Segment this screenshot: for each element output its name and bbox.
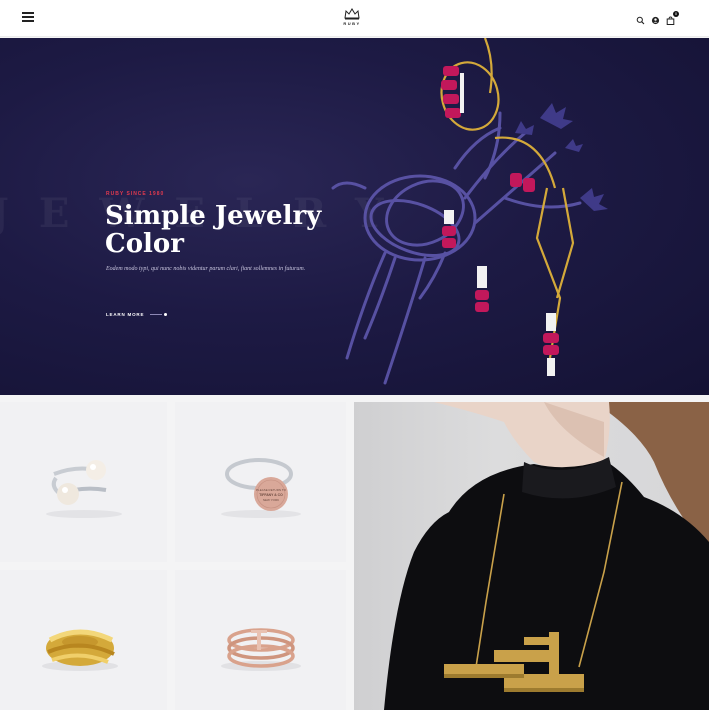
tag-engraving-bottom: NEW YORK [263,498,279,502]
user-icon[interactable] [651,12,660,25]
brand-name: RUBY [343,21,361,26]
brand-logo[interactable]: RUBY [337,8,367,32]
arrow-dot-icon [164,313,168,316]
model-with-necklace-image [384,402,709,710]
cart-count-badge: 0 [673,11,679,17]
pearl-ring-image [46,460,122,518]
tag-engraving-top: PLEASE RETURN TO [256,488,287,492]
learn-more-button[interactable]: LEARN MORE [106,312,168,317]
arrow-line-icon [150,314,163,315]
product-tile-pearl-ring[interactable] [0,402,167,562]
rose-gold-t-ring-image [221,628,301,671]
hero-banner: JEWELRY RUBY SINCE 1980 Simple Jewelry C… [0,38,709,395]
page: RUBY 0 JEWELRY RUBY SINCE 1980 Simple Je… [0,0,709,710]
tag-engraving-mid: TIFFANY & CO [259,493,283,497]
header-tools: 0 [636,11,679,25]
product-tile-tag-ring[interactable]: PLEASE RETURN TO TIFFANY & CO NEW YORK [175,402,346,562]
hero-subtitle: Eodem modo typi, qui nunc nobis videntur… [106,266,306,272]
shopping-bag-icon[interactable]: 0 [666,11,679,25]
hero-title-line-1: Simple Jewelry [105,201,322,231]
tag-ring-image: PLEASE RETURN TO TIFFANY & CO NEW YORK [221,458,301,518]
product-tile-rose-gold-ring[interactable] [175,570,346,710]
hamburger-menu-icon[interactable] [22,12,34,22]
hero-jewelry-image [331,38,608,385]
site-header: RUBY 0 [0,0,709,37]
search-icon[interactable] [636,12,645,25]
hero-title-line-2: Color [105,229,184,259]
crown-icon [344,8,360,20]
learn-more-label: LEARN MORE [106,312,145,317]
hero-eyebrow: RUBY SINCE 1980 [106,191,165,197]
gold-band-ring-image [42,629,118,671]
hero-title: Simple Jewelry Color [105,202,325,258]
feature-image-model-necklace[interactable] [354,402,709,710]
product-tile-gold-band-ring[interactable] [0,570,167,710]
